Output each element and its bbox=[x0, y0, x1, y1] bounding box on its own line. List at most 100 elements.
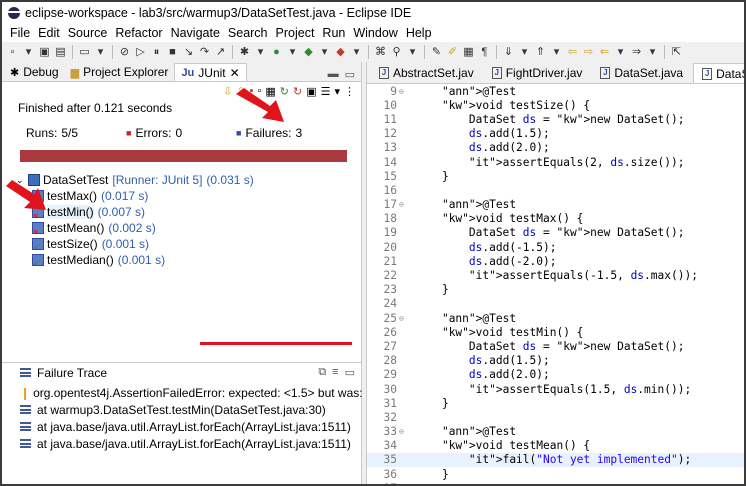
dropdown-icon[interactable]: ▾ bbox=[334, 85, 340, 98]
editor-tab-fightdriver[interactable]: J FightDriver.jav bbox=[484, 63, 591, 83]
tab-project-explorer[interactable]: ▆ Project Explorer bbox=[65, 63, 175, 81]
show-whitespace-icon[interactable]: ¶ bbox=[478, 46, 491, 59]
dropdown-icon[interactable]: ▾ bbox=[550, 46, 563, 59]
warning-icon: ❙ bbox=[20, 385, 31, 400]
code-line: 26 "kw">void testMin() { bbox=[367, 325, 744, 339]
dropdown-icon[interactable]: ▾ bbox=[646, 46, 659, 59]
menu-file[interactable]: File bbox=[6, 26, 34, 40]
dropdown-icon[interactable]: ▾ bbox=[350, 46, 363, 59]
editor-tab-datasettest[interactable]: J DataSetTes bbox=[693, 63, 744, 83]
left-tab-bar: ✱ Debug ▆ Project Explorer Ju JUnit ✕ ▬ … bbox=[2, 62, 361, 82]
code-line: 28 ds.add(1.5); bbox=[367, 354, 744, 368]
tab-debug[interactable]: ✱ Debug bbox=[4, 63, 65, 81]
editor-tab-abstractset[interactable]: J AbstractSet.jav bbox=[371, 63, 482, 83]
code-editor[interactable]: 9 ⊖ "ann">@Test 10 "kw">void testSize() {1… bbox=[367, 84, 744, 484]
maximize-icon[interactable]: ▭ bbox=[345, 366, 355, 379]
save-icon[interactable]: ▣ bbox=[38, 46, 51, 59]
test-row[interactable]: testSize()(0.001 s) bbox=[16, 236, 361, 253]
annotation-icon[interactable]: ✎ bbox=[430, 46, 443, 59]
menu-refactor[interactable]: Refactor bbox=[111, 26, 166, 40]
terminal-icon[interactable]: ▭ bbox=[78, 46, 91, 59]
test-row[interactable]: testMean()(0.002 s) bbox=[16, 220, 361, 237]
pin-editor-icon[interactable]: ⇱ bbox=[670, 46, 683, 59]
code-text: ds.add(1.5); bbox=[468, 127, 550, 141]
tab-junit[interactable]: Ju JUnit ✕ bbox=[174, 63, 247, 81]
menu-source[interactable]: Source bbox=[64, 26, 112, 40]
external-tools-icon[interactable]: ◆ bbox=[334, 46, 347, 59]
trace-row[interactable]: at java.base/java.util.ArrayList.forEach… bbox=[2, 435, 361, 452]
compare-icon[interactable]: ⧉ bbox=[318, 366, 326, 379]
test-row[interactable]: testMax()(0.017 s) bbox=[16, 188, 361, 205]
dropdown-icon[interactable]: ▾ bbox=[94, 46, 107, 59]
code-line: 36 } bbox=[367, 467, 744, 481]
test-row[interactable]: testMin()(0.007 s) bbox=[16, 204, 361, 221]
code-text: } bbox=[415, 283, 449, 297]
step-into-icon[interactable]: ↘ bbox=[182, 46, 195, 59]
dropdown-icon[interactable]: ▾ bbox=[518, 46, 531, 59]
menu-search[interactable]: Search bbox=[224, 26, 272, 40]
trace-row[interactable]: at warmup3.DataSetTest.testMin(DataSetTe… bbox=[2, 401, 361, 418]
save-all-icon[interactable]: ▤ bbox=[54, 46, 67, 59]
trace-row[interactable]: at java.base/java.util.ArrayList.forEach… bbox=[2, 418, 361, 435]
menu-help[interactable]: Help bbox=[402, 26, 436, 40]
run-icon[interactable]: ● bbox=[270, 46, 283, 59]
line-number: 10 bbox=[383, 98, 397, 112]
stop-icon[interactable]: ▣ bbox=[306, 85, 316, 98]
line-number: 32 bbox=[383, 410, 397, 424]
failure-icon: ■ bbox=[236, 128, 242, 138]
test-passed-icon bbox=[32, 238, 44, 253]
back-icon[interactable]: ⇨ bbox=[582, 46, 595, 59]
dropdown-icon[interactable]: ▾ bbox=[318, 46, 331, 59]
test-tree: ⌄ DataSetTest [Runner: JUnit 5] (0.031 s… bbox=[2, 172, 361, 269]
resume-icon[interactable]: ▷ bbox=[134, 46, 147, 59]
maximize-icon[interactable]: ▭ bbox=[345, 68, 355, 81]
terminate-icon[interactable]: ■ bbox=[166, 46, 179, 59]
editor-tab-dataset[interactable]: J DataSet.java bbox=[592, 63, 691, 83]
suspend-icon[interactable]: ⏸ bbox=[150, 46, 163, 59]
code-line: 22 "it">assertEquals(-1.5, ds.max()); bbox=[367, 268, 744, 282]
search-icon[interactable]: ⚲ bbox=[390, 46, 403, 59]
menu-run[interactable]: Run bbox=[318, 26, 349, 40]
close-icon[interactable]: ✕ bbox=[230, 66, 240, 80]
filter-stack-icon[interactable]: ≡ bbox=[332, 366, 338, 379]
forward-icon[interactable]: ⇒ bbox=[630, 46, 643, 59]
debug-icon[interactable]: ✱ bbox=[238, 46, 251, 59]
code-line: 15 } bbox=[367, 169, 744, 183]
dropdown-icon[interactable]: ▾ bbox=[254, 46, 267, 59]
dropdown-icon[interactable]: ▾ bbox=[406, 46, 419, 59]
fold-toggle-icon[interactable]: ⊖ bbox=[399, 200, 409, 209]
fold-toggle-icon[interactable]: ⊖ bbox=[399, 314, 409, 323]
open-type-icon[interactable]: ⌘ bbox=[374, 46, 387, 59]
fold-toggle-icon[interactable]: ⊖ bbox=[399, 427, 409, 436]
next-annotation-icon[interactable]: ⇓ bbox=[502, 46, 515, 59]
coverage-icon[interactable]: ◆ bbox=[302, 46, 315, 59]
suite-row[interactable]: ⌄ DataSetTest [Runner: JUnit 5] (0.031 s… bbox=[16, 172, 361, 188]
skip-breakpoints-icon[interactable]: ⊘ bbox=[118, 46, 131, 59]
minimize-icon[interactable]: ▬ bbox=[328, 68, 339, 81]
fold-toggle-icon[interactable]: ⊖ bbox=[399, 87, 409, 96]
menu-edit[interactable]: Edit bbox=[34, 26, 64, 40]
block-selection-icon[interactable]: ▦ bbox=[462, 46, 475, 59]
dropdown-icon[interactable]: ▾ bbox=[286, 46, 299, 59]
toolbar-separator bbox=[232, 45, 233, 59]
view-menu-icon[interactable]: ⋮ bbox=[344, 85, 355, 98]
menu-window[interactable]: Window bbox=[349, 26, 401, 40]
last-edit-icon[interactable]: ⇦ bbox=[566, 46, 579, 59]
code-line: 23 } bbox=[367, 283, 744, 297]
test-row[interactable]: testMedian()(0.001 s) bbox=[16, 252, 361, 269]
mark-occurrences-icon[interactable]: ✐ bbox=[446, 46, 459, 59]
prev-annotation-icon[interactable]: ⇑ bbox=[534, 46, 547, 59]
rerun-failed-icon[interactable]: ↻ bbox=[293, 85, 302, 98]
next-failure-icon[interactable]: ⇩ bbox=[223, 85, 232, 98]
stack-frame-icon bbox=[20, 405, 31, 414]
menu-navigate[interactable]: Navigate bbox=[167, 26, 224, 40]
menu-project[interactable]: Project bbox=[272, 26, 319, 40]
dropdown-icon[interactable]: ▾ bbox=[614, 46, 627, 59]
new-icon[interactable]: ▫ bbox=[6, 46, 19, 59]
trace-row[interactable]: ❙ org.opentest4j.AssertionFailedError: e… bbox=[2, 384, 397, 401]
step-over-icon[interactable]: ↷ bbox=[198, 46, 211, 59]
step-return-icon[interactable]: ↗ bbox=[214, 46, 227, 59]
back-nav-icon[interactable]: ⇐ bbox=[598, 46, 611, 59]
history-icon[interactable]: ☰ bbox=[321, 85, 331, 98]
dropdown-icon[interactable]: ▾ bbox=[22, 46, 35, 59]
